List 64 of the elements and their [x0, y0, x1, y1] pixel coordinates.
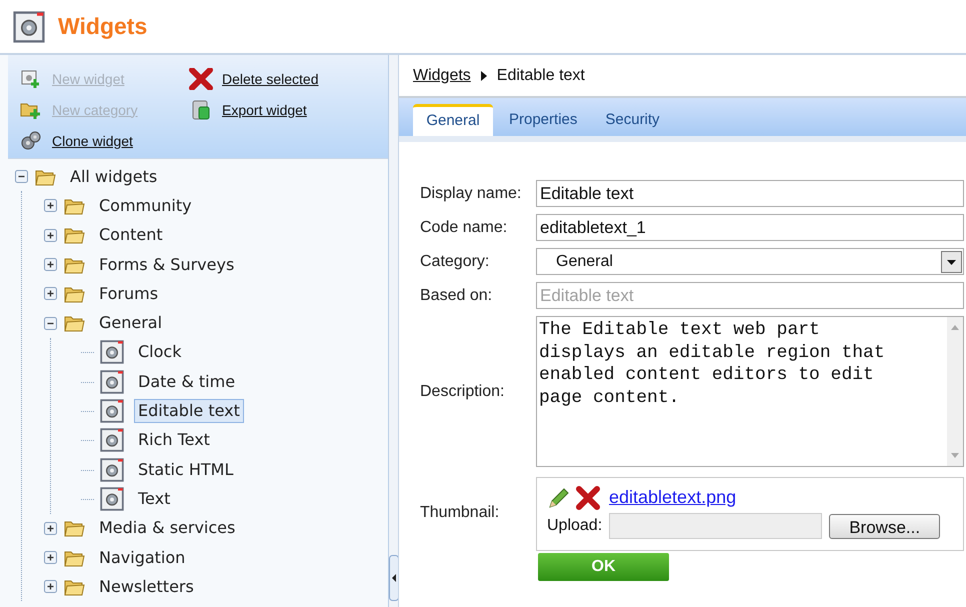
export-icon: [191, 99, 211, 121]
widget-icon: [100, 340, 124, 364]
widget-icon: [100, 458, 124, 482]
widget-icon: [100, 428, 124, 452]
widget-icon: [13, 10, 45, 42]
expand-icon[interactable]: [44, 287, 57, 300]
tree-item[interactable]: All widgets: [66, 164, 162, 189]
tree-item[interactable]: Static HTML: [134, 458, 238, 482]
tree-item[interactable]: Forms & Surveys: [95, 252, 238, 277]
expand-icon[interactable]: [44, 228, 57, 242]
breadcrumb-link[interactable]: Widgets: [413, 64, 471, 88]
tree-item[interactable]: Navigation: [95, 546, 190, 570]
tree-item[interactable]: Forums: [95, 282, 162, 306]
widget-icon: [100, 486, 124, 511]
toolbar-link[interactable]: Clone widget: [52, 130, 133, 152]
text-field[interactable]: Editable text: [536, 180, 964, 207]
upload-label: Upload:: [547, 516, 602, 536]
tree-item[interactable]: Editable text: [134, 399, 244, 424]
tree-item[interactable]: General: [95, 311, 166, 336]
expand-icon[interactable]: [44, 522, 57, 535]
tree-item[interactable]: Text: [134, 486, 174, 511]
category-dropdown[interactable]: General: [536, 248, 964, 275]
field-label: Code name:: [420, 218, 508, 238]
page-title: Widgets: [58, 12, 148, 42]
collapse-icon[interactable]: [44, 316, 57, 330]
tree-item[interactable]: Rich Text: [134, 428, 214, 452]
add-window-icon: [21, 69, 41, 89]
description-field[interactable]: The Editable text web part displays an editable region that enabled content editors to edit page content.: [536, 316, 964, 467]
field-label: Category:: [420, 252, 490, 272]
collapse-icon[interactable]: [15, 170, 28, 184]
tree-item[interactable]: Community: [95, 194, 196, 218]
tree-item[interactable]: Content: [95, 223, 167, 248]
tree-item[interactable]: Clock: [134, 340, 186, 364]
pencil-icon[interactable]: [547, 486, 571, 510]
tab[interactable]: Security: [593, 104, 672, 136]
field-label: Thumbnail:: [420, 502, 500, 522]
text-field[interactable]: editabletext_1: [536, 214, 964, 241]
tree-item[interactable]: Media & services: [95, 516, 240, 540]
toolbar-link[interactable]: Export widget: [222, 100, 307, 120]
expand-icon[interactable]: [44, 580, 57, 594]
tab[interactable]: Properties: [497, 104, 590, 136]
tree-item[interactable]: Newsletters: [95, 574, 198, 599]
tree-item[interactable]: Date & time: [134, 370, 240, 394]
breadcrumb-current: Editable text: [496, 66, 585, 86]
expand-icon[interactable]: [44, 199, 57, 212]
tab[interactable]: General: [413, 104, 493, 136]
description-text: The Editable text web part displays an editable region that enabled content editors to edit page content.: [538, 319, 886, 410]
expand-icon[interactable]: [44, 551, 57, 564]
collapse-handle[interactable]: [389, 555, 399, 601]
gears-icon: [20, 131, 42, 151]
field-label: Based on:: [420, 286, 494, 306]
widget-icon: [100, 399, 124, 424]
dropdown-icon: [941, 250, 962, 272]
upload-field[interactable]: [609, 513, 822, 539]
delete-icon: [188, 68, 214, 90]
arrow-icon: [480, 70, 487, 80]
field-label: Description:: [420, 382, 506, 402]
expand-icon[interactable]: [44, 258, 57, 272]
file-link[interactable]: editabletext.png: [609, 484, 736, 511]
delete-icon[interactable]: [575, 486, 601, 510]
field-label: Display name:: [420, 184, 522, 204]
browse-button[interactable]: Browse...: [829, 514, 940, 538]
toolbar-link[interactable]: Delete selected: [222, 68, 319, 90]
widget-icon: [100, 370, 124, 394]
